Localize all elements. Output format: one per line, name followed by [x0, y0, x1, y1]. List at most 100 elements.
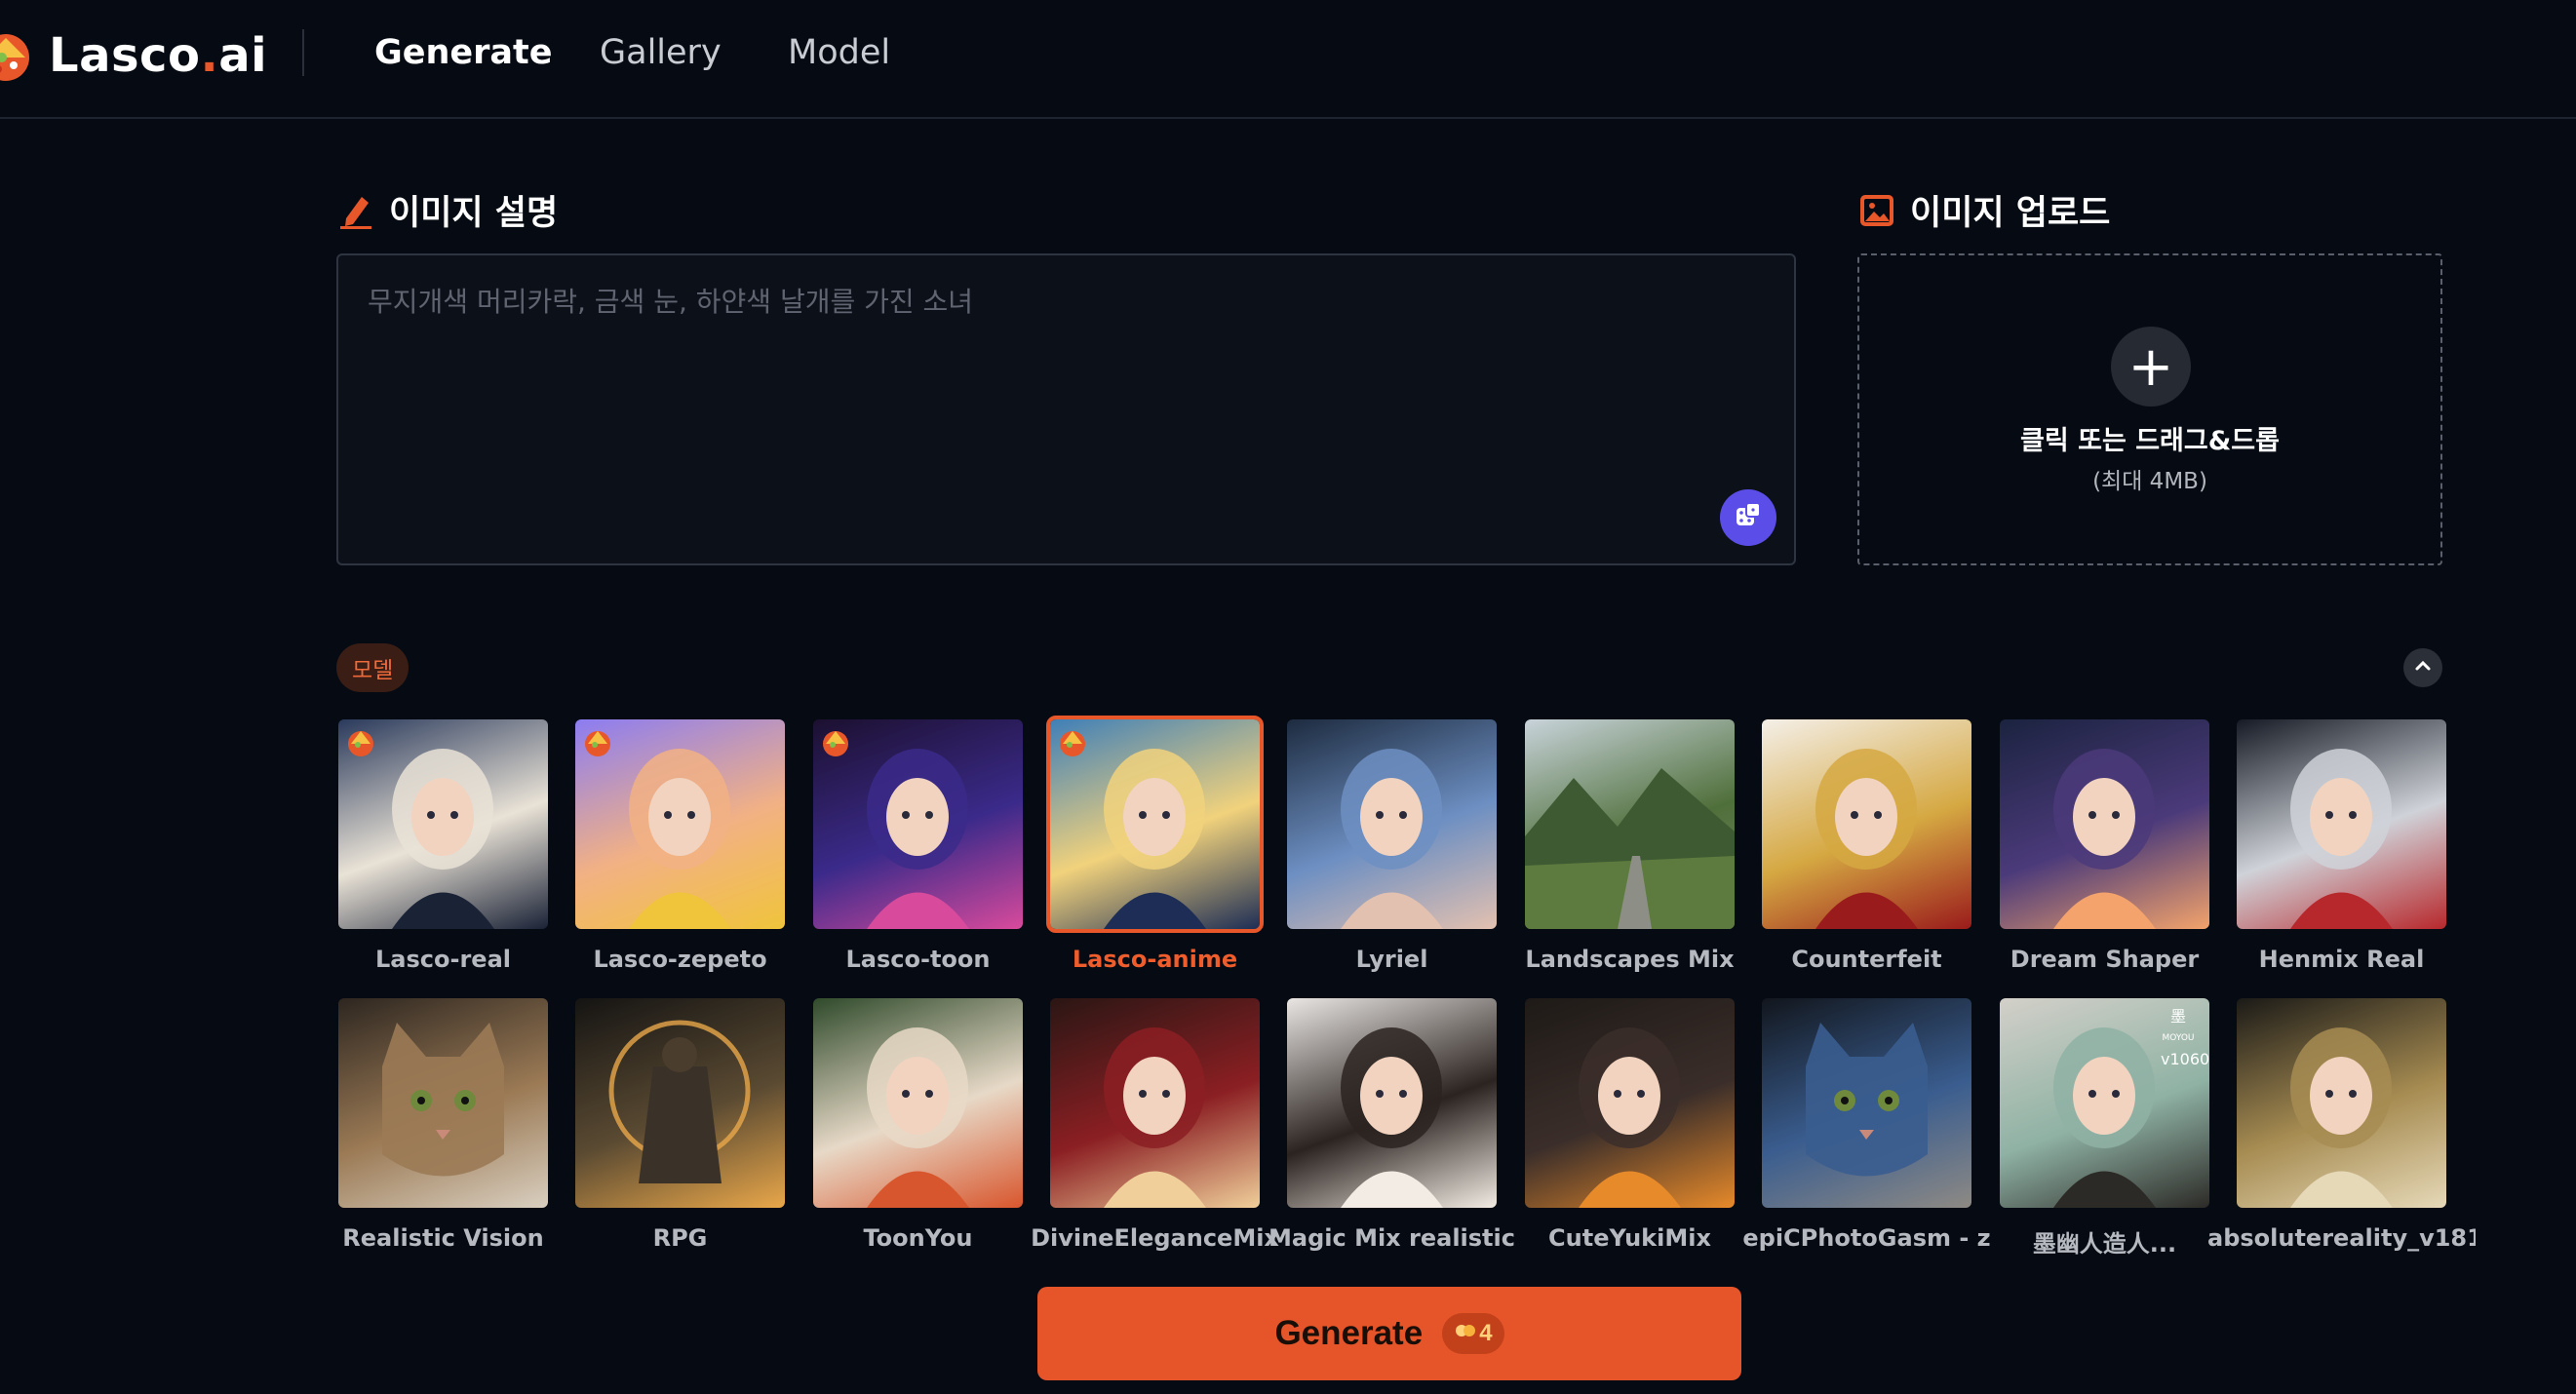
model-thumbnail [1762, 998, 1971, 1208]
lasco-badge-icon [821, 725, 850, 758]
warrior-thumbnail-art [608, 1020, 751, 1183]
cat-thumbnail-art [382, 1023, 504, 1177]
credit-cost-badge: 4 [1442, 1313, 1504, 1354]
collapse-models-button[interactable] [2403, 648, 2442, 687]
portrait-thumbnail-art [2053, 749, 2156, 929]
model-thumbnail [1525, 719, 1735, 929]
nav-gallery[interactable]: Gallery [600, 27, 722, 78]
model-card[interactable]: absolutereality_v181 [2207, 998, 2476, 1252]
upload-label: 클릭 또는 드래그&드롭 [2020, 426, 2280, 456]
model-name-label: Lasco-zepeto [593, 946, 767, 973]
model-thumbnail [1525, 998, 1735, 1208]
portrait-thumbnail-art [1104, 1027, 1206, 1208]
model-thumbnail [1046, 716, 1264, 933]
generate-button[interactable]: Generate 4 [1037, 1287, 1741, 1380]
model-card[interactable]: Realistic Vision [338, 998, 548, 1252]
model-card[interactable]: Lasco-zepeto [575, 719, 785, 973]
lasco-badge-icon [583, 725, 612, 758]
model-card[interactable]: Dream Shaper [2000, 719, 2209, 973]
model-name-label: CuteYukiMix [1548, 1224, 1711, 1252]
model-name-label: Landscapes Mix [1525, 946, 1735, 973]
prompt-title-text: 이미지 설명 [389, 194, 559, 233]
model-name-label: Henmix Real [2258, 946, 2425, 973]
model-thumbnail [1287, 998, 1497, 1208]
model-name-label: epiCPhotoGasm - z [1742, 1224, 1991, 1252]
model-thumbnail [813, 998, 1023, 1208]
nav-model[interactable]: Model [788, 27, 890, 78]
model-name-label: Lasco-anime [1072, 946, 1238, 973]
upload-size-limit: (최대 4MB) [2092, 469, 2207, 494]
model-thumbnail [338, 719, 548, 929]
model-name-label: absolutereality_v181 [2207, 1224, 2476, 1252]
upload-title-text: 이미지 업로드 [1910, 194, 2111, 233]
image-icon [1857, 191, 1896, 230]
landscape-thumbnail-art [1525, 768, 1735, 929]
image-upload-dropzone[interactable]: + 클릭 또는 드래그&드롭 (최대 4MB) [1857, 253, 2442, 565]
model-name-label: Dream Shaper [2010, 946, 2200, 973]
model-name-label: Lasco-toon [845, 946, 991, 973]
portrait-thumbnail-art [1341, 749, 1443, 929]
watermark-text: v1060 [2161, 1050, 2209, 1068]
model-name-label: ToonYou [863, 1224, 973, 1252]
portrait-thumbnail-art [2290, 749, 2393, 929]
pencil-icon [336, 191, 375, 230]
model-card[interactable]: 墨 MOYOU v1060 墨幽人造人... [2000, 998, 2209, 1258]
model-name-label: 墨幽人造人... [2032, 1230, 2177, 1258]
model-thumbnail [338, 998, 548, 1208]
lasco-badge-icon [1058, 725, 1087, 758]
model-thumbnail [813, 719, 1023, 929]
model-name-label: Counterfeit [1791, 946, 1942, 973]
model-name-label: Lasco-real [375, 946, 511, 973]
model-card[interactable]: Henmix Real [2237, 719, 2446, 973]
logo[interactable]: Lasco.ai [0, 21, 267, 90]
model-card[interactable]: epiCPhotoGasm - z [1742, 998, 1991, 1252]
model-thumbnail [575, 719, 785, 929]
model-name-label: Magic Mix realistic [1268, 1224, 1515, 1252]
model-thumbnail [1050, 998, 1260, 1208]
watermark-text: 墨 [2169, 1007, 2186, 1026]
model-card[interactable]: Lyriel [1287, 719, 1497, 973]
model-thumbnail [575, 998, 785, 1208]
model-thumbnail [2237, 719, 2446, 929]
model-thumbnail [2000, 719, 2209, 929]
prompt-section-title: 이미지 설명 [336, 185, 558, 235]
model-card[interactable]: Magic Mix realistic [1268, 998, 1515, 1252]
model-thumbnail [1287, 719, 1497, 929]
model-grid: Lasco-real Lasco-zepeto Lasco-toon Lasco-an… [338, 716, 2476, 1265]
lasco-badge-icon [346, 725, 375, 758]
nav-generate[interactable]: Generate [374, 27, 552, 78]
model-card[interactable]: Lasco-toon [813, 719, 1023, 973]
cat-thumbnail-art [1806, 1023, 1928, 1177]
logo-icon [0, 26, 39, 85]
dice-icon [1733, 500, 1764, 535]
prompt-textarea[interactable] [338, 255, 1794, 563]
upload-section-title: 이미지 업로드 [1857, 185, 2110, 235]
portrait-thumbnail-art [1341, 1027, 1443, 1208]
logo-text: Lasco.ai [49, 28, 268, 83]
model-thumbnail [2237, 998, 2446, 1208]
model-card[interactable]: ToonYou [813, 998, 1023, 1252]
model-thumbnail [1762, 719, 1971, 929]
chevron-up-icon [2413, 656, 2433, 679]
plus-icon: + [2111, 327, 2191, 407]
prompt-input-box [336, 253, 1796, 565]
portrait-thumbnail-art [2290, 1027, 2393, 1208]
credit-cost-value: 4 [1479, 1320, 1493, 1346]
top-navigation-bar: Lasco.ai Generate Gallery Model [0, 0, 2576, 119]
model-card[interactable]: Lasco-anime [1046, 716, 1264, 973]
nav-divider [302, 29, 304, 76]
random-prompt-button[interactable] [1720, 489, 1776, 546]
portrait-thumbnail-art [1815, 749, 1918, 929]
model-card[interactable]: DivineEleganceMix [1031, 998, 1279, 1252]
coin-icon [1454, 1320, 1479, 1347]
model-card[interactable]: Landscapes Mix [1525, 719, 1735, 973]
model-card[interactable]: RPG [575, 998, 785, 1252]
thumbnail-watermark: 墨 MOYOU v1060 [2161, 1006, 2209, 1070]
model-card[interactable]: CuteYukiMix [1525, 998, 1735, 1252]
model-name-label: Lyriel [1355, 946, 1428, 973]
model-name-label: RPG [652, 1224, 708, 1252]
model-card[interactable]: Lasco-real [338, 719, 548, 973]
model-card[interactable]: Counterfeit [1762, 719, 1971, 973]
model-thumbnail: 墨 MOYOU v1060 [2000, 998, 2209, 1208]
model-section-badge: 모델 [336, 643, 410, 692]
